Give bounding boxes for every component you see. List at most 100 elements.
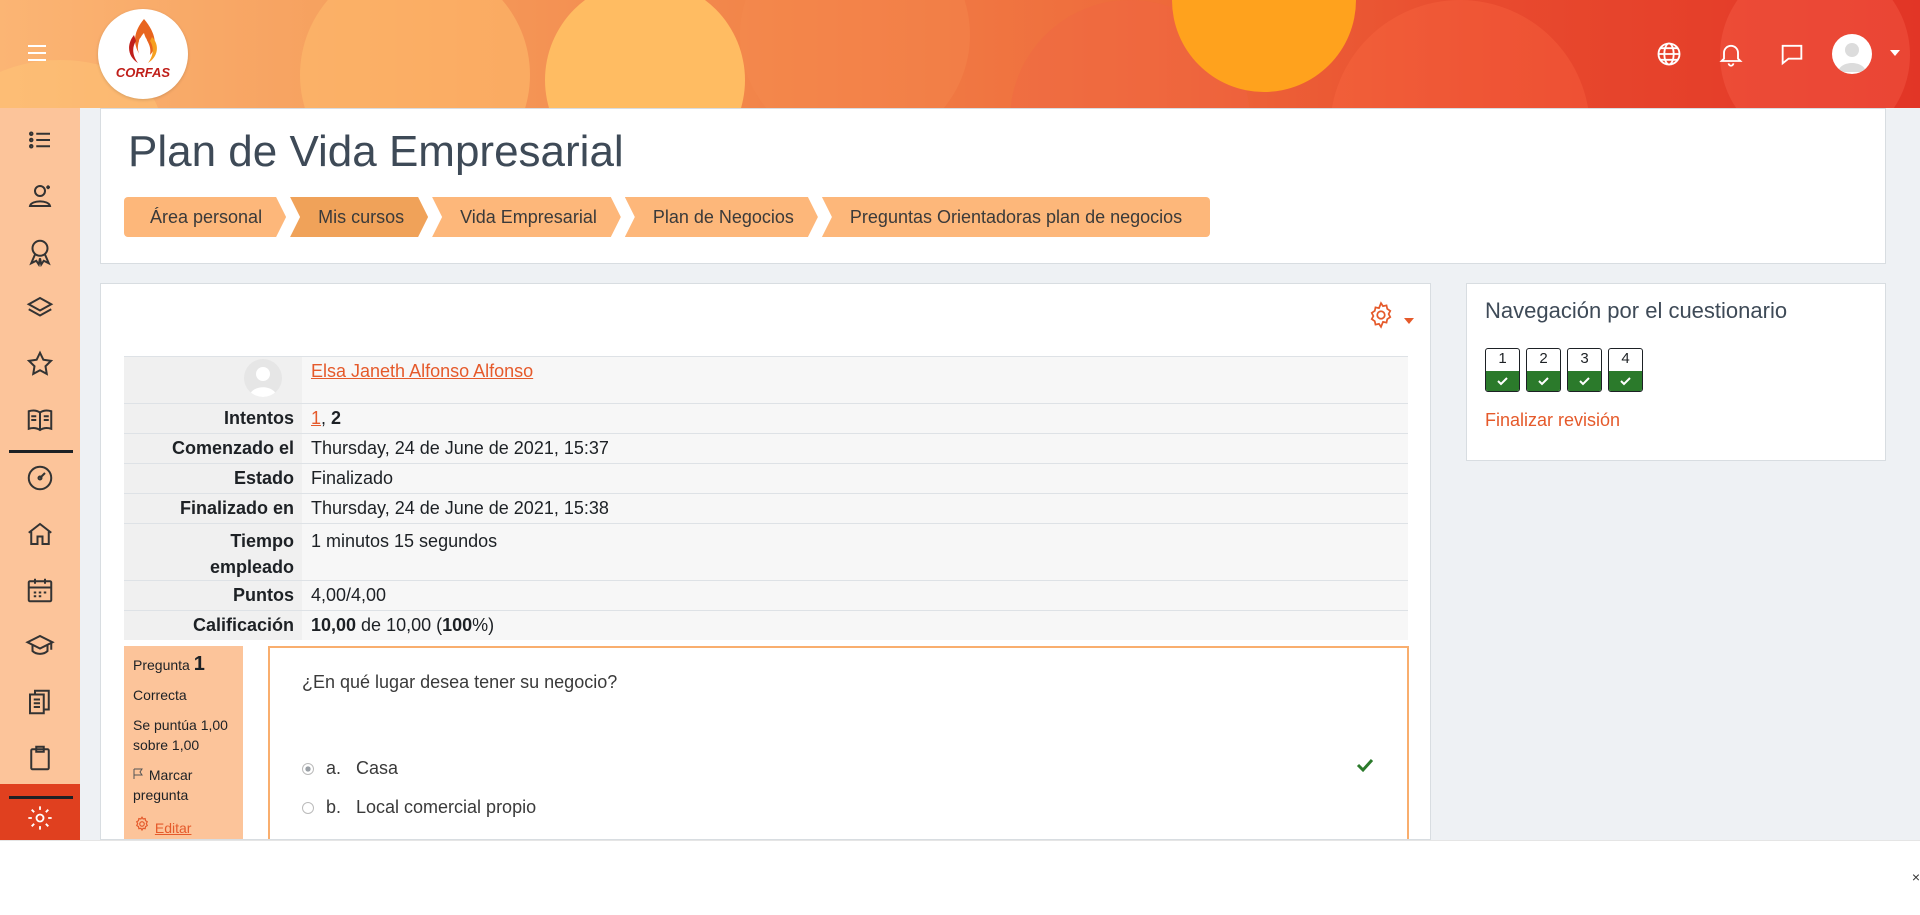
quiz-nav-question-4[interactable]: 4 — [1608, 348, 1643, 392]
summary-row-state: Estado Finalizado — [124, 463, 1408, 494]
grade-label: Calificación — [124, 610, 302, 640]
clipboard-icon[interactable] — [25, 743, 55, 773]
flag-question-button[interactable]: Marcar pregunta — [133, 765, 234, 805]
badge-icon[interactable] — [25, 237, 55, 268]
messages-chat-icon[interactable] — [1778, 40, 1806, 68]
grade-percent: 100 — [442, 615, 473, 635]
answer-radio-b[interactable] — [302, 801, 314, 814]
quiz-nav-number: 2 — [1539, 350, 1548, 367]
answered-check-icon — [1527, 371, 1560, 391]
flame-logo-icon — [129, 19, 157, 63]
points-value: 4,00/4,00 — [302, 580, 1408, 611]
answered-check-icon — [1568, 371, 1601, 391]
attempt-1-link[interactable]: 1 — [311, 408, 321, 428]
question-info-panel: Pregunta 1 Correcta Se puntúa 1,00 sobre… — [124, 646, 243, 839]
user-picture[interactable] — [244, 359, 282, 397]
graduation-cap-icon[interactable] — [25, 631, 55, 661]
question-state: Correcta — [133, 687, 187, 703]
state-value: Finalizado — [302, 463, 1408, 494]
attempt-current: 2 — [331, 408, 342, 428]
answer-text-a: Casa — [356, 758, 399, 778]
user-menu-caret-icon[interactable] — [1890, 50, 1900, 56]
breadcrumb-item-vida-empresarial[interactable]: Vida Empresarial — [432, 197, 621, 237]
settings-caret-icon[interactable] — [1404, 318, 1414, 324]
breadcrumb-item-mis-cursos[interactable]: Mis cursos — [290, 197, 428, 237]
answer-text-b: Local comercial propio — [356, 797, 537, 817]
answer-option-b[interactable]: b. Local comercial propio — [302, 797, 536, 818]
question-grade: Se puntúa 1,00 sobre 1,00 — [133, 717, 228, 753]
sidebar-divider — [9, 450, 73, 453]
quiz-nav-question-2[interactable]: 2 — [1526, 348, 1561, 392]
menu-toggle-button[interactable] — [20, 40, 54, 68]
time-label-line1: Tiempo — [230, 531, 294, 551]
gear-icon — [26, 804, 54, 832]
breadcrumb-item-preguntas[interactable]: Preguntas Orientadoras plan de negocios — [821, 197, 1211, 237]
logo-text: CORFAS — [115, 65, 171, 80]
summary-row-attempts: Intentos 1, 2 — [124, 403, 1408, 434]
flag-icon — [133, 768, 143, 779]
question-number: 1 — [193, 653, 205, 675]
site-logo[interactable]: CORFAS — [98, 9, 188, 99]
dashboard-icon[interactable] — [25, 463, 55, 493]
language-globe-icon[interactable] — [1655, 40, 1683, 68]
quiz-nav-question-1[interactable]: 1 — [1485, 348, 1520, 392]
question-text: ¿En qué lugar desea tener su negocio? — [302, 672, 618, 692]
answer-letter-b: b. — [326, 797, 342, 817]
started-label: Comenzado el — [124, 433, 302, 464]
site-admin-button[interactable] — [0, 784, 80, 840]
quiz-navigation-block: Navegación por el cuestionario 1 2 3 4 F… — [1466, 283, 1886, 461]
started-value: Thursday, 24 de June de 2021, 15:37 — [302, 433, 1408, 464]
calendar-icon[interactable] — [25, 575, 55, 605]
quiz-nav-number: 1 — [1498, 350, 1507, 367]
notification-bell-icon[interactable] — [1717, 40, 1745, 68]
close-icon[interactable]: × — [1912, 869, 1920, 885]
star-icon[interactable] — [25, 349, 55, 379]
answered-check-icon — [1486, 371, 1519, 391]
grade-out-of: de 10,00 ( — [356, 615, 443, 635]
user-avatar-icon[interactable] — [1832, 34, 1872, 74]
user-name-link[interactable]: Elsa Janeth Alfonso Alfonso — [311, 361, 533, 381]
book-icon[interactable] — [25, 405, 55, 435]
bottom-bar: × — [0, 840, 1920, 915]
answer-letter-a: a. — [326, 758, 342, 778]
question-label: Pregunta — [133, 657, 190, 673]
top-navbar: CORFAS — [0, 0, 1920, 108]
settings-gear-icon[interactable] — [1366, 300, 1396, 330]
edit-question-label: Editar — [154, 820, 192, 836]
files-icon[interactable] — [25, 687, 55, 717]
breadcrumb-item-plan-de-negocios[interactable]: Plan de Negocios — [625, 197, 818, 237]
finish-review-link[interactable]: Finalizar revisión — [1485, 410, 1620, 431]
left-drawer — [0, 108, 80, 840]
quiz-review-region: Elsa Janeth Alfonso Alfonso Intentos 1, … — [100, 283, 1431, 840]
breadcrumb: Área personal Mis cursos Vida Empresaria… — [124, 197, 1214, 237]
question-content-box: ¿En qué lugar desea tener su negocio? a.… — [268, 646, 1409, 839]
answer-radio-a[interactable] — [302, 762, 314, 775]
time-value: 1 minutos 15 segundos — [302, 523, 1408, 581]
attempt-separator: , — [321, 408, 332, 428]
answer-option-a[interactable]: a. Casa — [302, 758, 398, 779]
list-icon[interactable] — [25, 125, 55, 155]
answered-check-icon — [1609, 371, 1642, 391]
home-icon[interactable] — [25, 519, 55, 549]
page-header: Plan de Vida Empresarial Área personal M… — [100, 108, 1886, 264]
summary-row-finished: Finalizado en Thursday, 24 de June de 20… — [124, 493, 1408, 524]
time-label: Tiempo empleado — [124, 523, 302, 581]
grade-percent-sign: %) — [472, 615, 495, 635]
quiz-nav-number: 3 — [1580, 350, 1589, 367]
points-label: Puntos — [124, 580, 302, 611]
edit-question-link[interactable]: Editar — [133, 815, 234, 838]
breadcrumb-item-area-personal[interactable]: Área personal — [124, 197, 286, 237]
summary-row-points: Puntos 4,00/4,00 — [124, 580, 1408, 611]
quiz-navigation-title: Navegación por el cuestionario — [1485, 298, 1788, 323]
finished-value: Thursday, 24 de June de 2021, 15:38 — [302, 493, 1408, 524]
grade-value: 10,00 de 10,00 (100%) — [302, 610, 1408, 640]
summary-row-grade: Calificación 10,00 de 10,00 (100%) — [124, 610, 1408, 640]
finished-label: Finalizado en — [124, 493, 302, 524]
page-title: Plan de Vida Empresarial — [128, 127, 624, 176]
state-label: Estado — [124, 463, 302, 494]
users-icon[interactable] — [25, 181, 55, 211]
summary-row-user: Elsa Janeth Alfonso Alfonso — [124, 356, 1408, 404]
correct-check-icon — [1356, 756, 1374, 779]
layers-icon[interactable] — [25, 293, 55, 323]
quiz-nav-question-3[interactable]: 3 — [1567, 348, 1602, 392]
